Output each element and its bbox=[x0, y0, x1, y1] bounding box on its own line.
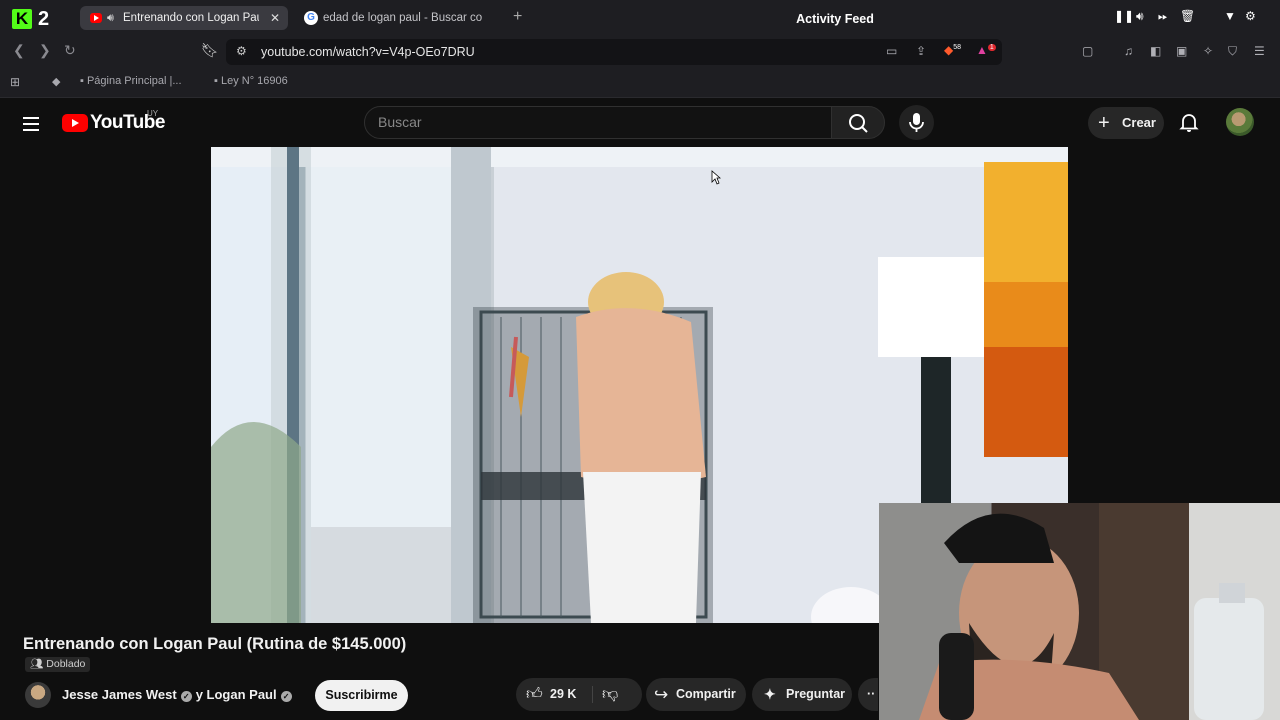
rewards-count: 1 bbox=[987, 44, 996, 51]
sidebar-icon[interactable]: ◧ bbox=[1150, 44, 1161, 58]
url-field[interactable]: ⚙︎ youtube.com/watch?v=V4p-OEo7DRU ▭ ⇪ ◆… bbox=[226, 39, 1002, 65]
youtube-header: YouTube UY Buscar + Crear bbox=[0, 99, 1280, 147]
forward-icon[interactable]: ❯ bbox=[39, 42, 51, 59]
bookmarks-bar: ⊞ ◆ ▪ Página Principal |... ▪ Ley N° 169… bbox=[0, 68, 1280, 98]
bell-icon bbox=[1179, 114, 1199, 132]
dubbed-badge: 👥︎ Doblado bbox=[25, 657, 91, 672]
subscribe-button[interactable]: Suscribirme bbox=[315, 680, 408, 711]
settings-icon[interactable]: ⚙︎ bbox=[1245, 9, 1256, 23]
browser-tab-strip: K 2 🔊︎ Entrenando con Logan Paul ✕ G eda… bbox=[0, 0, 1280, 36]
collab-connector: y bbox=[195, 687, 203, 702]
browser-menu-icon[interactable]: ☰ bbox=[1254, 44, 1265, 58]
share-button[interactable]: ↪ Compartir bbox=[646, 678, 746, 711]
webcam-overlay bbox=[879, 503, 1280, 720]
youtube-favicon bbox=[90, 13, 102, 23]
verified-icon: ✓ bbox=[280, 691, 292, 702]
tab-title: Entrenando con Logan Paul bbox=[123, 12, 259, 24]
site-info-icon[interactable]: ⚙︎ bbox=[236, 44, 247, 58]
notifications-button[interactable] bbox=[1178, 111, 1200, 133]
media-icon[interactable]: ♫ bbox=[1124, 44, 1133, 58]
cast-icon[interactable]: ▭ bbox=[886, 44, 897, 58]
back-icon[interactable]: ❮ bbox=[13, 42, 25, 59]
tab-search-icon[interactable]: ▢ bbox=[1082, 44, 1093, 58]
share-arrow-icon: ↪ bbox=[654, 685, 669, 704]
search-input[interactable]: Buscar bbox=[364, 106, 832, 139]
kick-logo[interactable]: K 2 bbox=[12, 8, 58, 31]
skip-icon[interactable]: ⏩︎ bbox=[1158, 9, 1168, 24]
dub-label: Doblado bbox=[46, 658, 86, 670]
dislike-icon[interactable]: 👎︎ bbox=[602, 678, 618, 711]
new-tab-button[interactable]: + bbox=[513, 6, 522, 28]
like-icon[interactable]: 👍︎ bbox=[526, 678, 543, 711]
mouse-cursor bbox=[711, 170, 721, 185]
wallet-icon[interactable]: ▣ bbox=[1176, 44, 1187, 58]
volume-icon[interactable]: 🔊︎ bbox=[1136, 9, 1144, 24]
brave-shield-icon[interactable]: ◆58 bbox=[944, 43, 961, 57]
kick-badge: 2 bbox=[38, 8, 50, 30]
trash-icon[interactable]: 🗑︎ bbox=[1180, 9, 1195, 23]
channel-link[interactable]: Jesse James West bbox=[62, 687, 177, 702]
collab-channel-link[interactable]: Logan Paul bbox=[207, 687, 277, 702]
like-count: 29 K bbox=[550, 687, 577, 701]
divider bbox=[592, 686, 593, 703]
reload-icon[interactable]: ↻ bbox=[64, 42, 76, 59]
mic-icon bbox=[909, 113, 924, 132]
more-icon: ·· bbox=[867, 687, 876, 701]
menu-icon[interactable] bbox=[23, 117, 39, 135]
country-code: UY bbox=[147, 109, 159, 118]
bookmark-item-pagina[interactable]: ▪ Página Principal |... bbox=[80, 75, 182, 87]
speaker-icon[interactable]: 🔊︎ bbox=[107, 6, 114, 30]
dub-icon: 👥︎ bbox=[30, 658, 44, 670]
rewards-icon[interactable]: ▲ 1 bbox=[976, 43, 996, 57]
channel-avatar[interactable] bbox=[25, 682, 51, 708]
activity-feed-title: Activity Feed bbox=[796, 12, 874, 26]
shield-count: 58 bbox=[953, 44, 962, 51]
share-label: Compartir bbox=[676, 687, 736, 701]
webcam-image bbox=[879, 503, 1264, 720]
search-icon bbox=[849, 114, 868, 133]
verified-icon: ✓ bbox=[180, 691, 192, 702]
kick-k-icon: K bbox=[12, 9, 32, 29]
voice-search-button[interactable] bbox=[899, 105, 934, 140]
bookmark-label: Página Principal |... bbox=[86, 75, 182, 87]
leo-icon[interactable]: ✧ bbox=[1203, 44, 1213, 58]
ask-label: Preguntar bbox=[786, 687, 846, 701]
bookmark-item-ley[interactable]: ▪ Ley N° 16906 bbox=[214, 75, 288, 87]
search-button[interactable] bbox=[831, 106, 885, 139]
create-label: Crear bbox=[1122, 115, 1156, 130]
close-icon[interactable]: ✕ bbox=[270, 6, 280, 30]
like-dislike-group: 👍︎ 29 K 👎︎ bbox=[516, 678, 642, 711]
avatar[interactable] bbox=[1226, 108, 1254, 136]
bookmark-diamond-icon[interactable]: ◆ bbox=[52, 75, 60, 88]
share-icon[interactable]: ⇪ bbox=[916, 44, 926, 58]
tab-youtube[interactable]: 🔊︎ Entrenando con Logan Paul ✕ bbox=[80, 6, 288, 30]
pause-icon[interactable]: ❚❚ bbox=[1114, 9, 1134, 23]
sparkle-icon: ✦ bbox=[764, 686, 776, 702]
apps-icon[interactable]: ⊞ bbox=[10, 75, 20, 89]
create-button[interactable]: + Crear bbox=[1088, 107, 1164, 139]
more-actions-button[interactable]: ·· bbox=[858, 678, 878, 711]
ask-button[interactable]: ✦ Preguntar bbox=[752, 678, 852, 711]
bookmark-label: Ley N° 16906 bbox=[220, 75, 288, 87]
tab-title: edad de logan paul - Buscar con G bbox=[323, 12, 483, 24]
filter-icon[interactable]: ▼ bbox=[1224, 9, 1236, 23]
video-title: Entrenando con Logan Paul (Rutina de $14… bbox=[23, 635, 407, 653]
tab-google-search[interactable]: G edad de logan paul - Buscar con G bbox=[296, 6, 506, 30]
url-text: youtube.com/watch?v=V4p-OEo7DRU bbox=[261, 45, 475, 59]
address-bar-row: ❮ ❯ ↻ 🔖︎ ⚙︎ youtube.com/watch?v=V4p-OEo7… bbox=[0, 36, 1280, 68]
plus-icon: + bbox=[1098, 112, 1110, 134]
bookmark-icon[interactable]: 🔖︎ bbox=[201, 42, 219, 59]
google-favicon: G bbox=[304, 11, 318, 25]
channel-names: Jesse James West ✓ y Logan Paul ✓ bbox=[62, 687, 296, 702]
vpn-icon[interactable]: ⛉ bbox=[1228, 44, 1237, 59]
youtube-logo-icon[interactable] bbox=[62, 114, 88, 132]
